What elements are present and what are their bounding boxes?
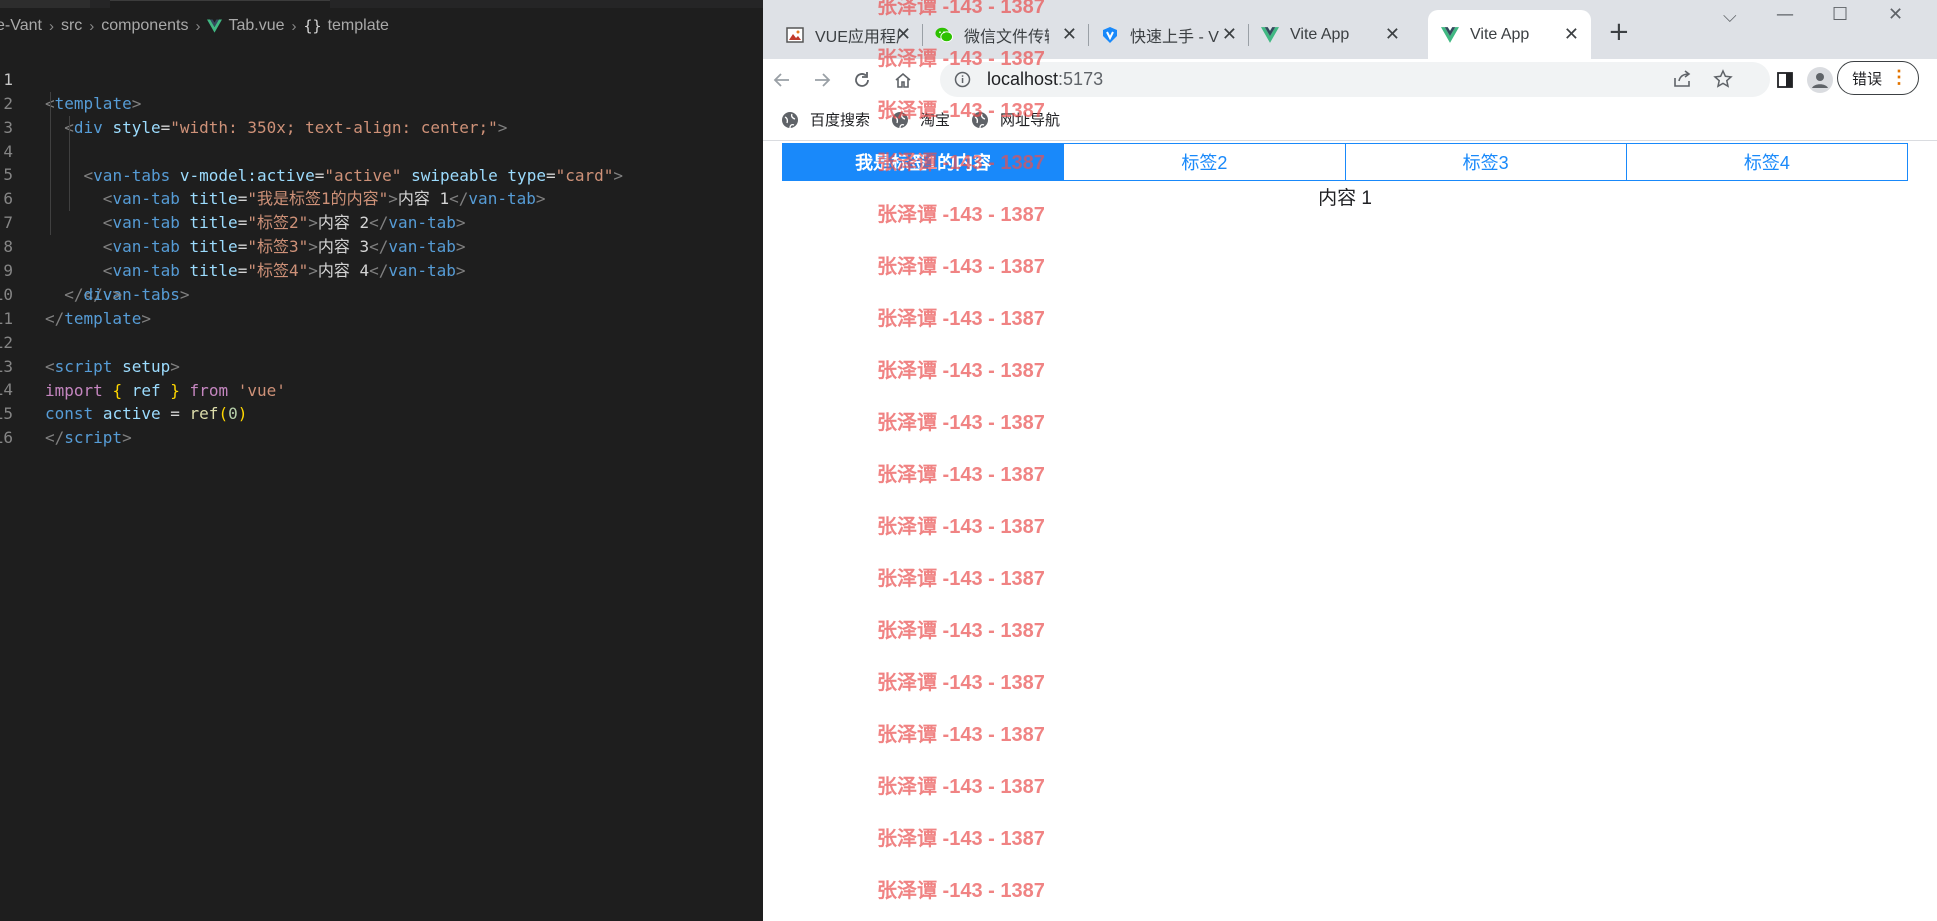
close-icon[interactable]: ✕ — [1385, 25, 1400, 43]
code-line: 10 </template> — [0, 259, 763, 328]
code-line: 12 <script setup> — [0, 307, 763, 376]
browser-tab-label: 微信文件传输 — [964, 28, 1049, 46]
breadcrumb-components[interactable]: components — [101, 17, 188, 35]
van-tabs: 我是标签1的内容 标签2 标签3 标签4 — [782, 143, 1908, 181]
close-icon[interactable]: ✕ — [1062, 25, 1077, 43]
code-line: 11 — [0, 283, 763, 328]
error-button[interactable]: 错误 ⋮ — [1837, 61, 1919, 95]
vue-icon — [207, 19, 223, 33]
side-panel-icon — [1777, 72, 1793, 88]
code-line: 1 <template> — [0, 44, 763, 113]
browser-tab-active[interactable]: Vite App ✕ — [1428, 10, 1591, 59]
browser-tab-label: VUE应用程序 — [815, 28, 900, 46]
browser-tab-label: Vite App — [1470, 25, 1530, 43]
forward-button[interactable] — [807, 65, 837, 95]
star-icon[interactable] — [1713, 69, 1733, 93]
address-bar[interactable]: localhost:5173 — [940, 62, 1770, 97]
info-icon[interactable] — [954, 71, 971, 92]
browser-tab[interactable]: VUE应用程序 ✕ — [763, 10, 923, 59]
globe-icon — [972, 111, 988, 128]
braces-icon: {} — [303, 17, 322, 35]
bookmark-label: 网址导航 — [1000, 112, 1061, 129]
maximize-icon[interactable]: ☐ — [1832, 4, 1848, 25]
home-icon — [895, 72, 911, 88]
chevron-right-icon: › — [48, 17, 54, 35]
browser-tab-label: Vite App — [1290, 25, 1350, 43]
more-vert-icon: ⋮ — [1890, 67, 1908, 87]
code-line: 13 import { ref } from 'vue' — [0, 331, 763, 400]
globe-icon — [892, 111, 908, 128]
browser-tab[interactable]: 微信文件传输 ✕ — [923, 10, 1089, 59]
bookmark-item[interactable]: 网址导航 — [971, 109, 1060, 130]
browser-toolbar: localhost:5173 错误 ⋮ — [763, 59, 1937, 101]
breadcrumb-project[interactable]: e-Vant — [0, 17, 42, 35]
image-icon — [786, 26, 804, 44]
code-line: 2 <div style="width: 350x; text-align: c… — [0, 68, 763, 137]
code-line: 6 <van-tab title="标签3">内容 3</van-tab> — [0, 163, 763, 256]
close-icon[interactable]: ✕ — [1564, 25, 1579, 43]
tab-4[interactable]: 标签4 — [1627, 144, 1907, 180]
code-line: 16 — [0, 402, 763, 447]
arrow-left-icon — [773, 73, 789, 87]
new-tab-button[interactable]: + — [1608, 17, 1630, 47]
tab-1[interactable]: 我是标签1的内容 — [783, 144, 1065, 180]
editor-tab-strip — [0, 0, 763, 8]
breadcrumb-src[interactable]: src — [61, 17, 82, 35]
url-text[interactable]: localhost:5173 — [987, 69, 1103, 90]
profile-button[interactable] — [1805, 65, 1835, 95]
chevron-down-icon[interactable]: ⌵ — [1723, 6, 1737, 27]
tab-2[interactable]: 标签2 — [1064, 144, 1346, 180]
reload-icon — [855, 72, 869, 87]
line-number: 16 — [0, 428, 13, 448]
bookmarks-bar: 百度搜索 淘宝 网址导航 — [763, 101, 1937, 137]
back-button[interactable] — [767, 65, 797, 95]
bookmark-item[interactable]: 淘宝 — [891, 109, 950, 130]
breadcrumb-symbol[interactable]: template — [328, 17, 389, 35]
window-close-icon[interactable]: ✕ — [1888, 4, 1903, 25]
code-line: 15 </script> — [0, 378, 763, 447]
browser-tab-label: 快速上手 - V — [1130, 28, 1219, 46]
editor-tab[interactable] — [0, 0, 90, 8]
code-line: 4 <van-tab title="我是标签1的内容">内容 1</van-ta… — [0, 115, 763, 208]
breadcrumb-file[interactable]: Tab.vue — [228, 17, 284, 35]
arrow-right-icon — [815, 73, 831, 87]
home-button[interactable] — [888, 65, 918, 95]
code-line: 8 </van-tabs> — [0, 211, 763, 304]
browser-tab-strip: VUE应用程序 ✕ 微信文件传输 ✕ 快速上手 - V ✕ — [763, 0, 1937, 59]
avatar — [1807, 67, 1833, 93]
reload-button[interactable] — [847, 65, 877, 95]
chevron-right-icon: › — [195, 17, 201, 35]
code-line: 14 const active = ref(0) — [0, 355, 763, 423]
minimize-icon[interactable]: — — [1776, 4, 1794, 25]
tab-3[interactable]: 标签3 — [1346, 144, 1627, 180]
globe-icon — [782, 111, 798, 128]
code-editor[interactable]: e-Vant › src › components › Tab.vue › {}… — [0, 0, 763, 921]
breadcrumb: e-Vant › src › components › Tab.vue › {}… — [0, 8, 763, 44]
tab-content: 内容 1 — [1318, 188, 1372, 209]
share-icon[interactable] — [1673, 70, 1693, 92]
bookmark-label: 淘宝 — [920, 112, 951, 129]
code-line: 5 <van-tab title="标签2">内容 2</van-tab> — [0, 139, 763, 232]
editor-tab-active[interactable] — [110, 0, 330, 8]
browser-tab[interactable]: Vite App ✕ — [1249, 10, 1412, 59]
code-area[interactable]: 1 <template> 2 <div style="width: 350x; … — [0, 44, 763, 447]
chevron-right-icon: › — [291, 17, 297, 35]
page-viewport: 我是标签1的内容 标签2 标签3 标签4 内容 1 — [763, 140, 1937, 921]
close-icon[interactable]: ✕ — [896, 25, 911, 43]
code-line: 3 <van-tabs v-model:active="active" swip… — [0, 91, 763, 185]
code-line: 7 <van-tab title="标签4">内容 4</van-tab> — [0, 187, 763, 280]
vue-icon — [1441, 26, 1459, 44]
code-line: 9 </div> — [0, 235, 763, 304]
side-panel-button[interactable] — [1770, 65, 1800, 95]
close-icon[interactable]: ✕ — [1222, 25, 1237, 43]
bookmark-item[interactable]: 百度搜索 — [781, 109, 870, 130]
vue-icon — [1261, 26, 1279, 44]
browser-window: VUE应用程序 ✕ 微信文件传输 ✕ 快速上手 - V ✕ — [763, 0, 1937, 921]
bookmark-label: 百度搜索 — [810, 112, 871, 129]
browser-tab[interactable]: 快速上手 - V ✕ — [1089, 10, 1249, 59]
vant-icon — [1101, 26, 1119, 44]
chevron-right-icon: › — [89, 17, 95, 35]
wechat-icon — [935, 26, 953, 44]
